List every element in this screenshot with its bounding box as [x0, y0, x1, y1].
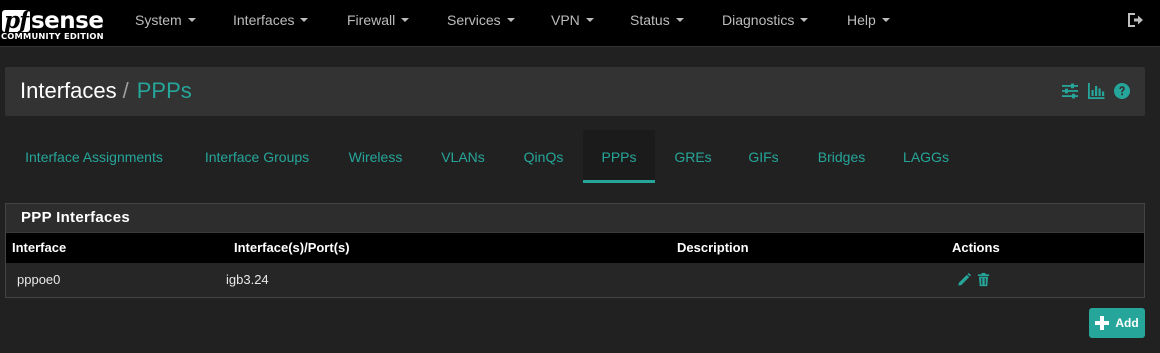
nav-label: System [135, 12, 182, 28]
caret-down-icon [187, 18, 196, 23]
nav-services[interactable]: Services [447, 0, 515, 40]
question-circle-icon[interactable] [1113, 82, 1131, 100]
breadcrumb-current[interactable]: PPPs [137, 78, 192, 103]
nav-label: Diagnostics [722, 12, 795, 28]
nav-help[interactable]: Help [847, 0, 890, 40]
cell-interface: pppoe0 [17, 272, 61, 287]
table-row[interactable]: pppoe0 igb3.24 [6, 263, 1144, 297]
tab-wireless[interactable]: Wireless [339, 130, 412, 183]
add-button-label: Add [1115, 316, 1139, 330]
tab-interface-groups[interactable]: Interface Groups [195, 130, 319, 183]
trash-icon[interactable] [976, 272, 991, 287]
nav-label: Interfaces [233, 12, 295, 28]
plus-icon [1095, 316, 1110, 330]
column-header-ports: Interface(s)/Port(s) [234, 240, 350, 255]
logo-pf: pf [2, 7, 30, 34]
cell-ports: igb3.24 [226, 272, 269, 287]
nav-diagnostics[interactable]: Diagnostics [722, 0, 809, 40]
tab-laggs[interactable]: LAGGs [895, 130, 957, 183]
tab-qinqs[interactable]: QinQs [514, 130, 573, 183]
pencil-icon[interactable] [957, 272, 972, 287]
top-navbar: pf sense COMMUNITY EDITION System Interf… [0, 0, 1160, 47]
nav-label: Help [847, 12, 876, 28]
column-header-actions: Actions [952, 240, 1000, 255]
pfsense-logo[interactable]: pf sense COMMUNITY EDITION [0, 4, 110, 44]
nav-label: Firewall [347, 12, 396, 28]
caret-down-icon [300, 18, 309, 23]
caret-down-icon [585, 18, 594, 23]
header-icons [1061, 82, 1131, 100]
panel-title: PPP Interfaces [6, 204, 1144, 233]
sliders-icon[interactable] [1061, 82, 1079, 100]
tab-ppps[interactable]: PPPs [583, 130, 655, 183]
breadcrumb-root[interactable]: Interfaces [20, 78, 117, 103]
add-button[interactable]: Add [1089, 308, 1145, 338]
table-header: Interface Interface(s)/Port(s) Descripti… [6, 233, 1144, 263]
logo-edition: COMMUNITY EDITION [1, 31, 104, 41]
logo-wordmark: pf sense [2, 4, 104, 34]
bar-chart-icon[interactable] [1087, 82, 1105, 100]
caret-down-icon [401, 18, 410, 23]
ppp-interfaces-panel: PPP Interfaces Interface Interface(s)/Po… [5, 203, 1145, 298]
caret-down-icon [881, 18, 890, 23]
caret-down-icon [506, 18, 515, 23]
column-header-interface: Interface [12, 240, 67, 255]
tab-vlans[interactable]: VLANs [432, 130, 494, 183]
nav-label: VPN [551, 12, 580, 28]
breadcrumb: Interfaces / PPPs [20, 78, 192, 104]
nav-status[interactable]: Status [630, 0, 684, 40]
tab-bridges[interactable]: Bridges [808, 130, 875, 183]
breadcrumb-separator: / [122, 78, 129, 103]
nav-label: Status [630, 12, 670, 28]
sign-out-icon[interactable] [1126, 11, 1144, 29]
nav-firewall[interactable]: Firewall [347, 0, 410, 40]
column-header-description: Description [677, 240, 749, 255]
interface-tabs: Interface Assignments Interface Groups W… [0, 130, 1160, 185]
caret-down-icon [800, 18, 809, 23]
tab-gres[interactable]: GREs [666, 130, 720, 183]
nav-vpn[interactable]: VPN [551, 0, 594, 40]
nav-interfaces[interactable]: Interfaces [233, 0, 309, 40]
caret-down-icon [675, 18, 684, 23]
nav-label: Services [447, 12, 501, 28]
logo-sense: sense [30, 8, 104, 34]
tab-interface-assignments[interactable]: Interface Assignments [14, 130, 174, 183]
tab-gifs[interactable]: GIFs [740, 130, 787, 183]
page-header: Interfaces / PPPs [5, 67, 1145, 116]
nav-system[interactable]: System [135, 0, 196, 40]
